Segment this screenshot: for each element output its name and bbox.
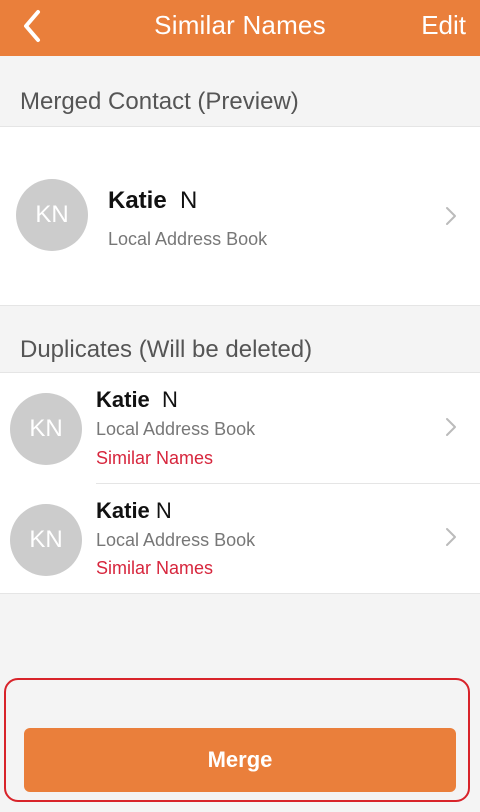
contact-first-name: Katie: [108, 187, 167, 214]
merged-contact-row[interactable]: KN Katie N Local Address Book: [0, 126, 480, 306]
contact-name: Katie N: [108, 187, 197, 215]
duplicates-header: Duplicates (Will be deleted): [20, 336, 313, 363]
chevron-right-icon: [446, 528, 456, 546]
duplicates-list: KN Katie N Local Address Book Similar Na…: [0, 372, 480, 594]
contact-source: Local Address Book: [108, 229, 268, 249]
contact-last-name: N: [180, 187, 198, 214]
chevron-right-icon: [446, 418, 456, 436]
contact-name: Katie N: [96, 498, 172, 524]
navigation-bar: Similar Names Edit: [0, 0, 480, 56]
avatar: KN: [10, 504, 82, 576]
avatar: KN: [16, 179, 88, 251]
duplicate-reason: Similar Names: [96, 448, 214, 468]
chevron-right-icon: [446, 207, 456, 225]
contact-source: Local Address Book: [96, 419, 256, 439]
page-title: Similar Names: [154, 10, 326, 40]
merged-contact-header: Merged Contact (Preview): [20, 88, 299, 115]
merge-button[interactable]: Merge: [24, 728, 456, 792]
contact-name: Katie N: [96, 387, 178, 413]
duplicate-item[interactable]: KN Katie N Local Address Book Similar Na…: [0, 484, 480, 593]
contact-last-name: N: [162, 387, 178, 412]
contact-first-name: Katie: [96, 498, 150, 523]
contact-source: Local Address Book: [96, 530, 256, 550]
contact-first-name: Katie: [96, 387, 150, 412]
contact-last-name: N: [155, 498, 172, 523]
duplicate-item[interactable]: KN Katie N Local Address Book Similar Na…: [0, 373, 480, 483]
avatar: KN: [10, 393, 82, 465]
edit-button[interactable]: Edit: [421, 10, 466, 41]
duplicate-reason: Similar Names: [96, 558, 214, 578]
